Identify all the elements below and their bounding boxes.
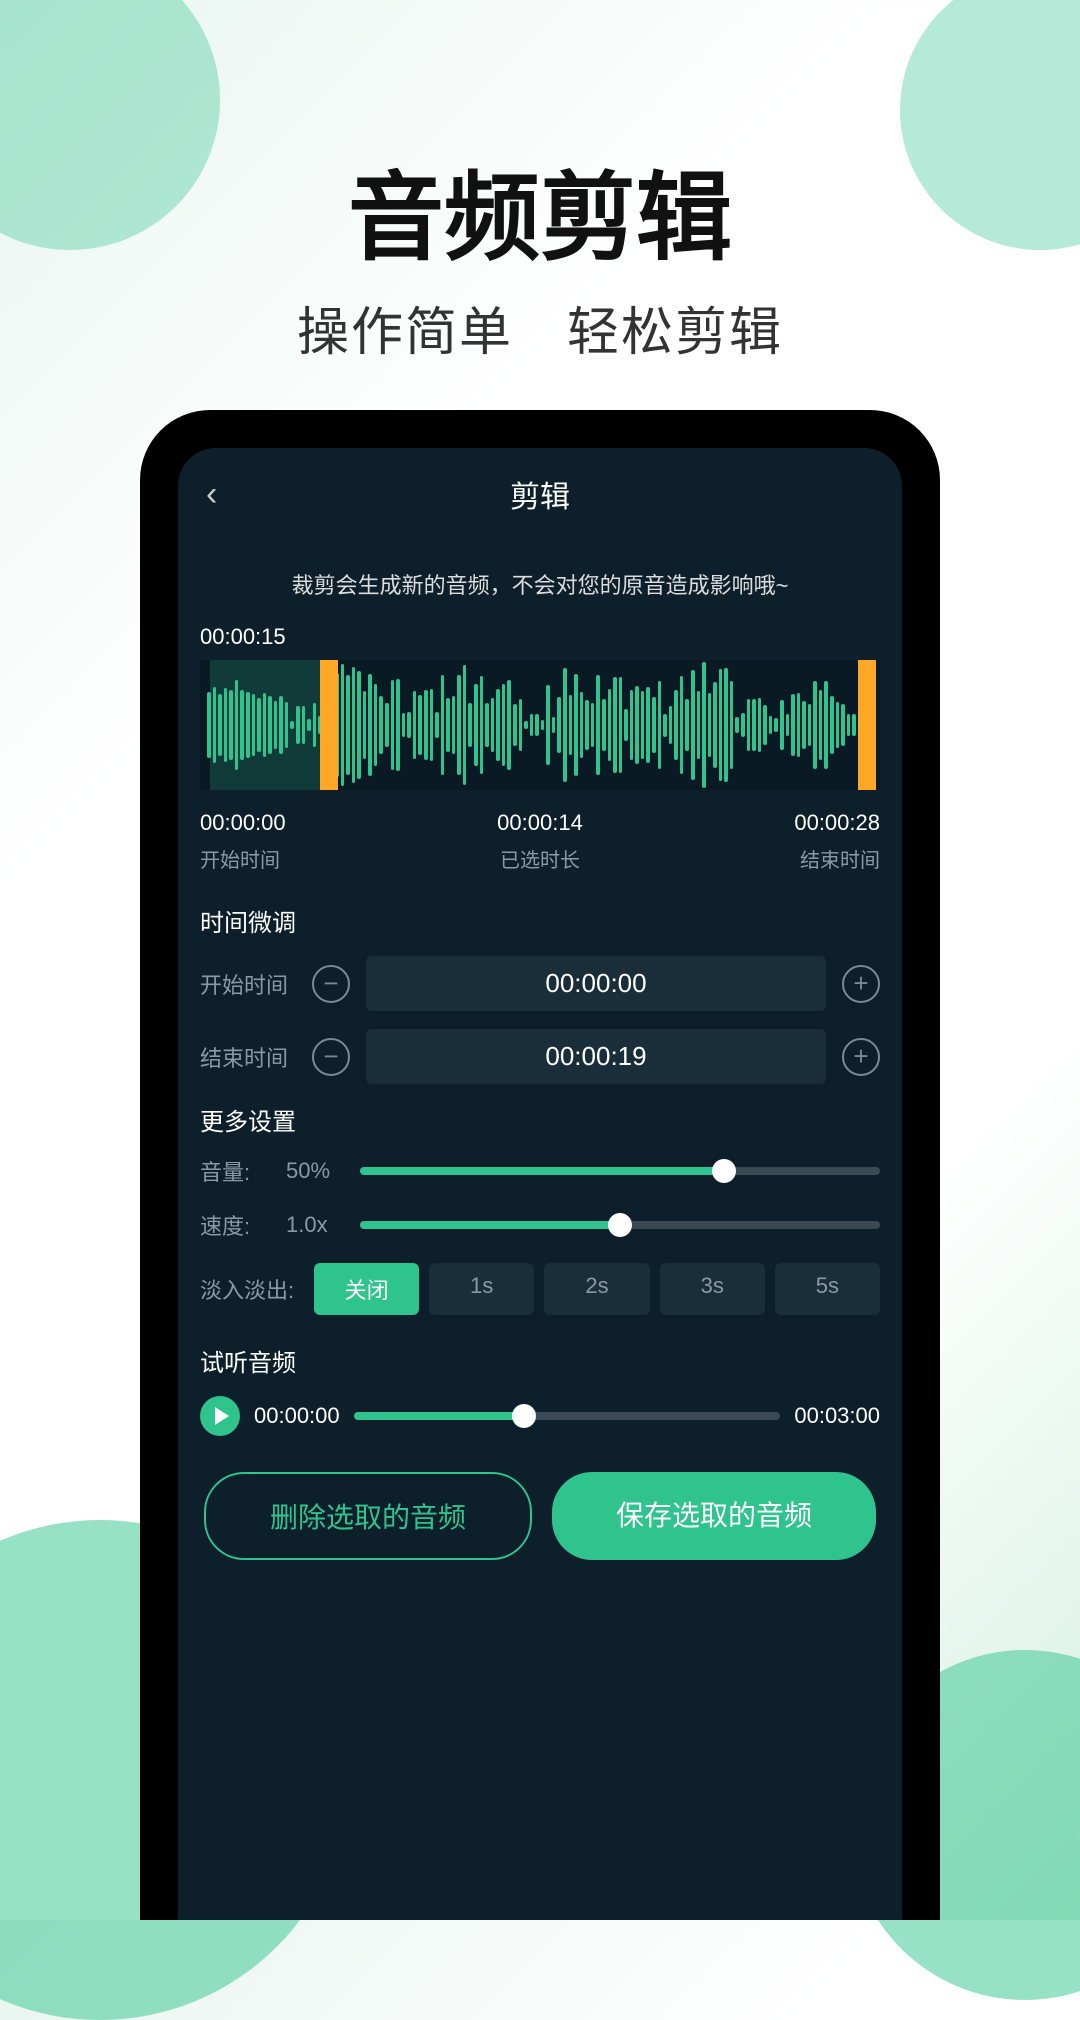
speed-value: 1.0x	[286, 1212, 346, 1238]
preview-title: 试听音频	[200, 1343, 880, 1378]
waveform-handle-start[interactable]	[320, 660, 338, 790]
volume-value: 50%	[286, 1158, 346, 1184]
start-time-minus-button[interactable]: −	[312, 965, 350, 1003]
start-time-plus-button[interactable]: +	[842, 965, 880, 1003]
selected-duration-label: 已选时长	[497, 844, 583, 873]
preview-slider[interactable]	[354, 1412, 781, 1420]
speed-slider-thumb[interactable]	[608, 1213, 632, 1237]
fade-option-2s[interactable]: 2s	[544, 1263, 649, 1315]
end-time-label: 结束时间	[794, 844, 880, 873]
waveform[interactable]	[200, 660, 880, 790]
volume-slider[interactable]	[360, 1167, 880, 1175]
selected-duration-value: 00:00:14	[497, 810, 583, 836]
fade-option-5s[interactable]: 5s	[775, 1263, 880, 1315]
start-time-label: 开始时间	[200, 844, 286, 873]
start-time-adjust-label: 开始时间	[200, 968, 296, 1000]
start-time-value: 00:00:00	[200, 810, 286, 836]
notice-text: 裁剪会生成新的音频，不会对您的原音造成影响哦~	[178, 540, 902, 624]
page-title: 剪辑	[510, 472, 570, 516]
save-selection-button[interactable]: 保存选取的音频	[552, 1472, 876, 1560]
promo-title: 音频剪辑	[0, 140, 1080, 279]
preview-current-time: 00:00:00	[254, 1403, 340, 1429]
settings-title: 更多设置	[200, 1102, 880, 1137]
preview-slider-thumb[interactable]	[512, 1404, 536, 1428]
end-time-plus-button[interactable]: +	[842, 1038, 880, 1076]
end-time-display[interactable]: 00:00:19	[366, 1029, 826, 1084]
end-time-adjust-label: 结束时间	[200, 1041, 296, 1073]
volume-label: 音量:	[200, 1155, 272, 1187]
end-time-value: 00:00:28	[794, 810, 880, 836]
speed-label: 速度:	[200, 1209, 272, 1241]
fade-option-关闭[interactable]: 关闭	[314, 1263, 419, 1315]
play-button[interactable]	[200, 1396, 240, 1436]
promo-subtitle: 操作简单 轻松剪辑	[0, 290, 1080, 365]
fine-tune-title: 时间微调	[200, 903, 880, 938]
preview-total-time: 00:03:00	[794, 1403, 880, 1429]
fade-option-1s[interactable]: 1s	[429, 1263, 534, 1315]
speed-slider[interactable]	[360, 1221, 880, 1229]
waveform-handle-end[interactable]	[858, 660, 876, 790]
playhead-time: 00:00:15	[200, 624, 880, 650]
volume-slider-thumb[interactable]	[712, 1159, 736, 1183]
end-time-minus-button[interactable]: −	[312, 1038, 350, 1076]
fade-option-3s[interactable]: 3s	[660, 1263, 765, 1315]
back-icon[interactable]: ‹	[206, 475, 217, 514]
delete-selection-button[interactable]: 删除选取的音频	[204, 1472, 532, 1560]
start-time-display[interactable]: 00:00:00	[366, 956, 826, 1011]
fade-label: 淡入淡出:	[200, 1273, 304, 1305]
